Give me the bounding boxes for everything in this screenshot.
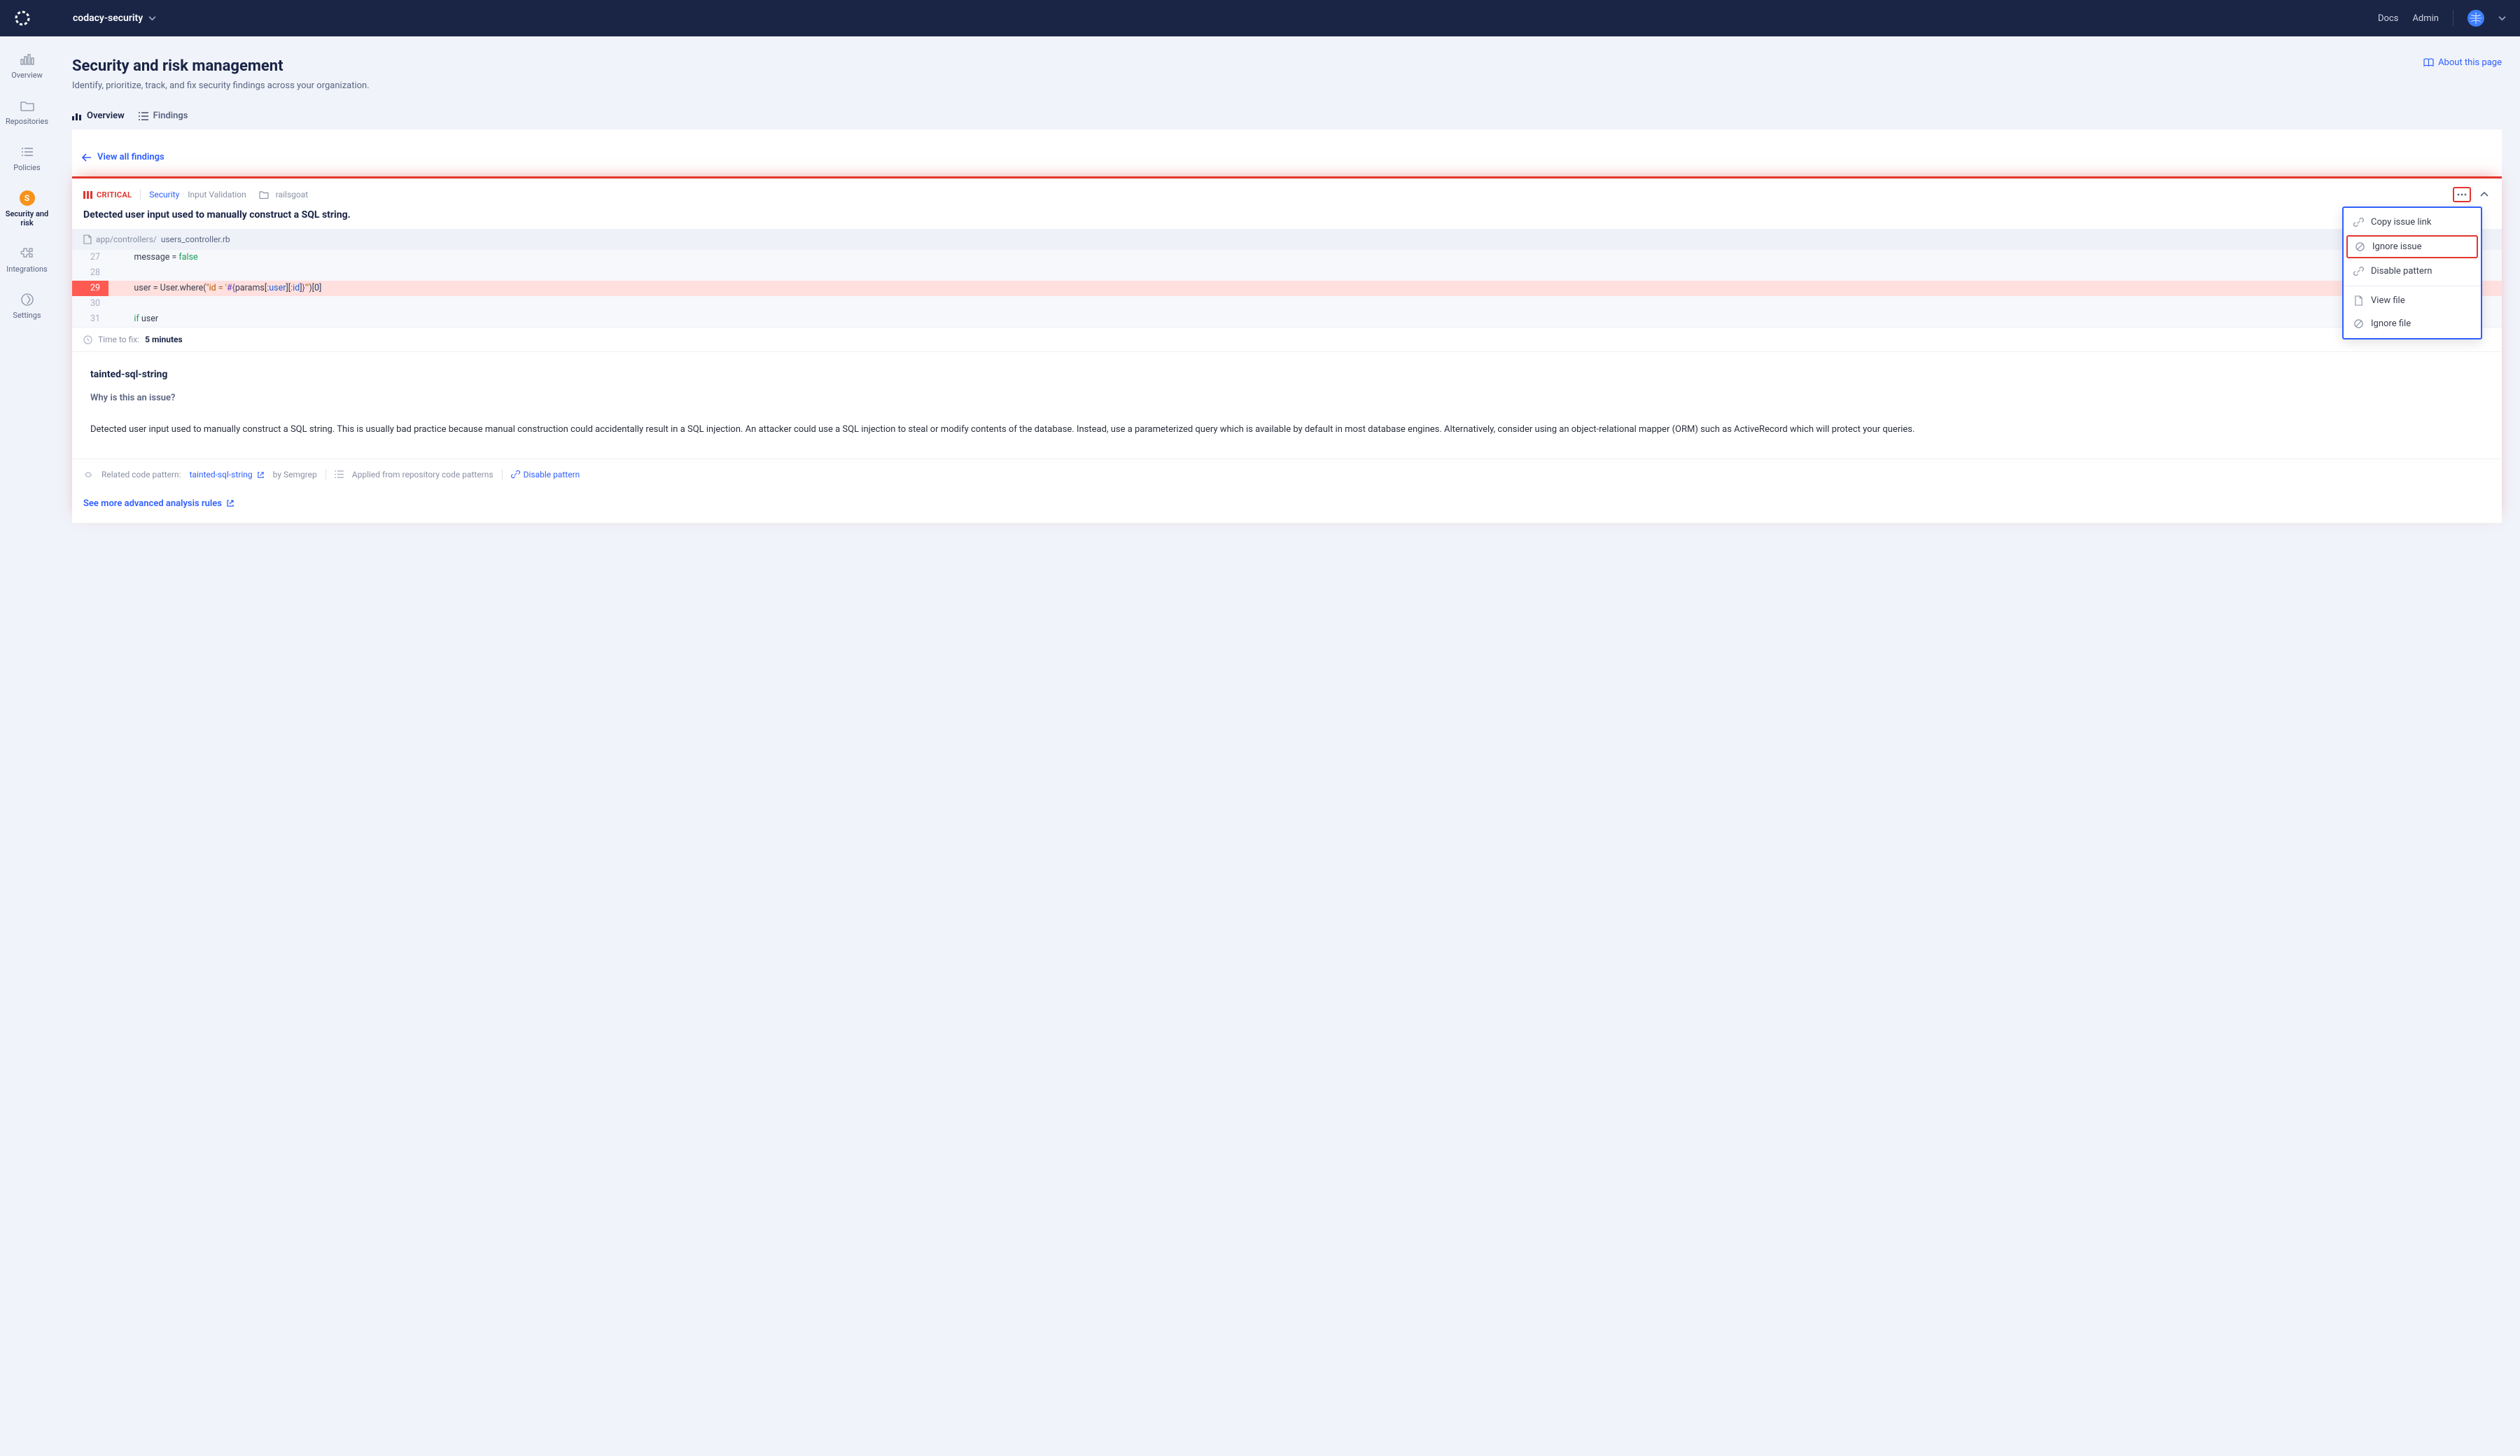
severity-bars-icon — [83, 191, 92, 199]
repo-link[interactable]: railsgoat — [259, 190, 308, 200]
prohibit-icon — [2353, 318, 2364, 329]
collapse-button[interactable] — [2478, 192, 2491, 197]
sidebar-item-settings[interactable]: Settings — [4, 286, 50, 326]
admin-link[interactable]: Admin — [2412, 13, 2439, 24]
sidebar-item-label: Overview — [11, 71, 43, 80]
time-to-fix: Time to fix: 5 minutes — [72, 327, 2502, 351]
advanced-rules-link[interactable]: See more advanced analysis rules — [83, 498, 234, 509]
sidebar-item-security[interactable]: S Security and risk — [4, 185, 50, 233]
security-icon: S — [20, 190, 35, 206]
file-icon — [2353, 295, 2364, 306]
category-link[interactable]: Security — [149, 190, 179, 200]
sidebar-item-label: Security and risk — [4, 209, 50, 227]
sidebar-item-label: Settings — [13, 311, 41, 320]
topbar-separator — [2453, 10, 2454, 27]
arrow-left-icon — [82, 153, 92, 162]
sidebar: Overview Repositories Policies S Securit… — [0, 36, 54, 551]
subcategory-label: Input Validation — [188, 190, 246, 200]
sidebar-item-repositories[interactable]: Repositories — [4, 92, 50, 132]
list-icon — [335, 470, 344, 478]
issue-header: CRITICAL Security Input Validation rails… — [72, 178, 2502, 206]
page-title: Security and risk management — [72, 57, 370, 75]
sidebar-item-label: Integrations — [6, 265, 47, 274]
about-page-link[interactable]: About this page — [2423, 57, 2502, 68]
file-icon — [83, 234, 92, 244]
book-icon — [2423, 58, 2434, 67]
chart-icon — [72, 112, 82, 120]
view-all-findings-link[interactable]: View all findings — [82, 152, 2492, 162]
dropdown-ignore-issue[interactable]: Ignore issue — [2346, 235, 2478, 258]
description-body: Detected user input used to manually con… — [90, 423, 2484, 438]
topbar-right: Docs Admin — [2378, 10, 2506, 27]
external-link-icon — [257, 471, 265, 479]
list-icon — [139, 112, 148, 120]
clock-icon — [83, 335, 92, 344]
sidebar-item-integrations[interactable]: Integrations — [4, 240, 50, 279]
more-actions-button[interactable] — [2453, 187, 2471, 202]
dropdown-copy-link[interactable]: Copy issue link — [2344, 211, 2481, 234]
unlink-icon — [2353, 266, 2364, 276]
file-path-bar: app/controllers/users_controller.rb — [72, 229, 2502, 250]
description-section: tainted-sql-string Why is this an issue?… — [72, 351, 2502, 458]
issue-card: CRITICAL Security Input Validation rails… — [72, 176, 2502, 523]
chart-icon — [20, 52, 35, 67]
org-switcher[interactable]: codacy-security — [73, 13, 156, 24]
separator — [140, 189, 141, 200]
actions-dropdown: Copy issue link Ignore issue Disable pat… — [2342, 206, 2482, 340]
link-icon — [2353, 217, 2364, 227]
pattern-name-heading: tainted-sql-string — [90, 369, 2484, 380]
advanced-rules-section: See more advanced analysis rules — [72, 490, 2502, 523]
sidebar-item-policies[interactable]: Policies — [4, 139, 50, 178]
chevron-down-icon[interactable] — [2498, 16, 2506, 21]
org-name-label: codacy-security — [73, 13, 143, 24]
gear-icon — [20, 292, 35, 307]
docs-link[interactable]: Docs — [2378, 13, 2398, 24]
puzzle-icon — [20, 246, 35, 261]
code-line: 30 — [72, 296, 2502, 312]
code-block: 27 message = false 28 29 user = User.whe… — [72, 250, 2502, 327]
topbar: codacy-security Docs Admin — [0, 0, 2520, 36]
page-subtitle: Identify, prioritize, track, and fix sec… — [72, 80, 370, 91]
chevron-down-icon — [148, 16, 156, 21]
sidebar-item-overview[interactable]: Overview — [4, 46, 50, 85]
sidebar-item-label: Repositories — [6, 117, 48, 126]
sidebar-item-label: Policies — [13, 163, 40, 172]
disable-pattern-link[interactable]: Disable pattern — [511, 470, 580, 479]
code-line: 28 — [72, 265, 2502, 281]
unlink-icon — [511, 470, 520, 479]
pattern-link[interactable]: tainted-sql-string — [190, 470, 265, 479]
severity-badge: CRITICAL — [83, 190, 132, 200]
tab-overview[interactable]: Overview — [72, 105, 125, 130]
issue-title: Detected user input used to manually con… — [72, 206, 2502, 229]
prohibit-icon — [2355, 241, 2365, 252]
dropdown-ignore-file[interactable]: Ignore file — [2344, 312, 2481, 335]
dots-icon — [2457, 193, 2467, 196]
pattern-icon — [83, 470, 93, 479]
code-line-highlighted: 29 user = User.where("id = '#{params[:us… — [72, 281, 2502, 296]
dropdown-view-file[interactable]: View file — [2344, 289, 2481, 312]
separator — [502, 469, 503, 480]
tab-findings[interactable]: Findings — [139, 105, 188, 130]
why-heading: Why is this an issue? — [90, 393, 2484, 403]
folder-icon — [259, 190, 269, 199]
external-link-icon — [226, 499, 234, 507]
issue-footer: Related code pattern: tainted-sql-string… — [72, 458, 2502, 490]
folder-icon — [20, 98, 35, 113]
logo-icon — [14, 10, 31, 27]
code-line: 27 message = false — [72, 250, 2502, 265]
chevron-up-icon — [2480, 192, 2488, 197]
code-line: 31 if user — [72, 312, 2502, 327]
tabs: Overview Findings — [72, 105, 2502, 130]
dropdown-disable-pattern[interactable]: Disable pattern — [2344, 260, 2481, 283]
list-icon — [20, 144, 35, 160]
avatar[interactable] — [2468, 10, 2484, 27]
